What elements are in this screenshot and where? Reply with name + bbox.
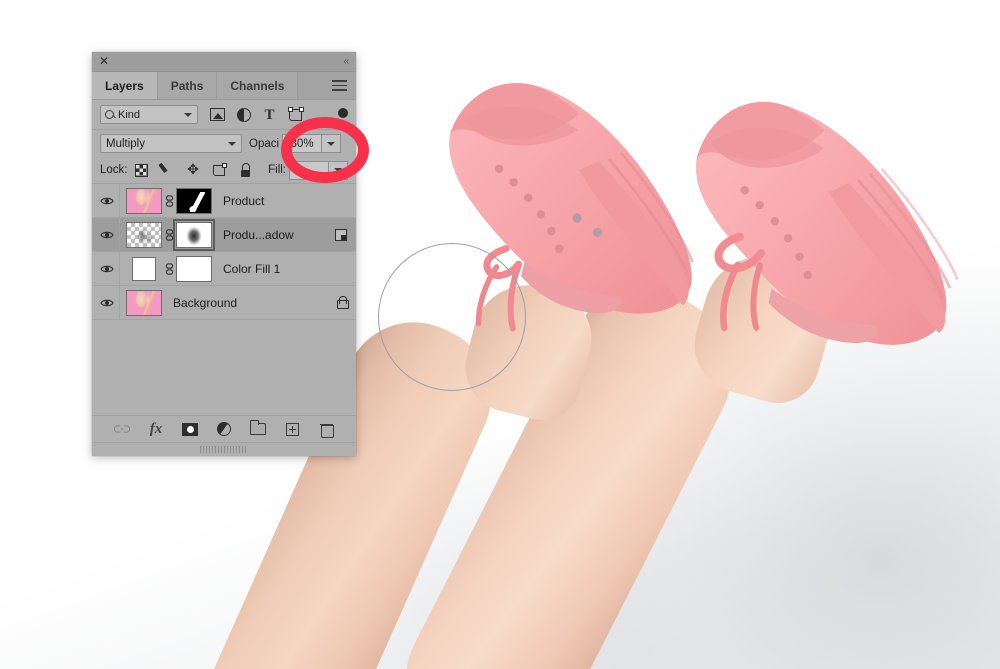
chevron-down-icon xyxy=(228,142,236,146)
tab-channels-label: Channels xyxy=(230,79,284,93)
opacity-field[interactable]: 80% xyxy=(282,134,322,153)
lock-badge xyxy=(337,296,347,309)
type-layer-filter-icon[interactable]: T xyxy=(262,107,277,122)
link-mask-icon[interactable] xyxy=(162,228,176,242)
layer-badges xyxy=(337,296,347,309)
fill-field[interactable] xyxy=(289,161,329,180)
filter-kind-select[interactable]: Kind xyxy=(100,105,198,124)
add-layer-mask-icon[interactable] xyxy=(182,421,198,437)
layer-name: Product xyxy=(223,194,264,208)
table-row[interactable]: Produ...adow xyxy=(92,218,356,252)
adjustment-layer-filter-icon[interactable] xyxy=(236,107,251,122)
chevron-down-icon xyxy=(327,142,335,146)
lock-transparent-pixels-icon[interactable] xyxy=(134,163,149,178)
layer-thumbnail[interactable] xyxy=(126,188,162,214)
collapse-panel-icon[interactable]: « xyxy=(343,56,348,68)
panel-resize-grip[interactable] xyxy=(92,442,356,456)
layers-panel[interactable]: ✕ « Layers Paths Channels Kind xyxy=(92,52,356,456)
search-icon xyxy=(105,110,115,120)
layer-mask-thumbnail[interactable] xyxy=(176,222,212,248)
sneaker-right xyxy=(670,70,1000,401)
chevron-down-icon xyxy=(334,168,342,172)
chevron-down-icon xyxy=(184,113,192,117)
panel-tabbar: Layers Paths Channels xyxy=(92,72,356,100)
layer-mask-thumbnail[interactable] xyxy=(176,256,212,282)
delete-layer-icon[interactable] xyxy=(318,421,334,437)
layer-thumbnail[interactable] xyxy=(132,257,156,281)
layer-name: Background xyxy=(173,296,237,310)
link-mask-icon[interactable] xyxy=(162,194,176,208)
tab-paths[interactable]: Paths xyxy=(158,72,218,99)
filter-enable-toggle-icon[interactable] xyxy=(338,108,348,118)
shape-layer-filter-icon[interactable] xyxy=(288,107,303,122)
close-icon[interactable]: ✕ xyxy=(99,55,109,68)
layer-filter-row: Kind T xyxy=(92,100,356,130)
layer-visibility-icon[interactable] xyxy=(95,286,120,319)
layer-styles-fx-icon[interactable]: fx xyxy=(148,421,164,437)
fill-label: Fill: xyxy=(268,164,286,176)
layer-thumbnails xyxy=(126,256,212,282)
table-row[interactable]: Color Fill 1 xyxy=(92,252,356,286)
opacity-value: 80% xyxy=(291,138,314,150)
layer-thumbnails xyxy=(126,222,212,248)
new-layer-icon[interactable] xyxy=(284,421,300,437)
layer-thumbnails xyxy=(126,290,162,316)
smart-object-badge xyxy=(335,229,347,241)
blend-mode-value: Multiply xyxy=(106,138,145,150)
link-mask-icon[interactable] xyxy=(162,262,176,276)
screenshot-root: ✕ « Layers Paths Channels Kind xyxy=(0,0,1000,669)
fill-stepper[interactable] xyxy=(329,161,348,180)
lock-label: Lock: xyxy=(100,164,128,176)
layer-name: Produ...adow xyxy=(223,228,294,242)
layer-thumbnails xyxy=(126,188,212,214)
blend-mode-row: Multiply Opaci 80% xyxy=(92,130,356,157)
layer-mask-thumbnail[interactable] xyxy=(176,188,212,214)
pixel-layer-filter-icon[interactable] xyxy=(210,107,225,122)
layer-thumbnail[interactable] xyxy=(126,290,162,316)
table-row[interactable]: Background xyxy=(92,286,356,320)
layer-visibility-icon[interactable] xyxy=(95,252,120,285)
lock-options: ✥ xyxy=(134,163,253,178)
layer-visibility-icon[interactable] xyxy=(95,218,120,251)
link-layers-icon[interactable] xyxy=(114,421,130,437)
new-adjustment-layer-icon[interactable] xyxy=(216,421,232,437)
blend-mode-select[interactable]: Multiply xyxy=(100,134,242,153)
opacity-stepper[interactable] xyxy=(322,134,341,153)
layer-visibility-icon[interactable] xyxy=(95,184,120,217)
lock-row: Lock: ✥ Fill: xyxy=(92,157,356,184)
elliptical-selection-marquee[interactable] xyxy=(378,243,526,391)
tab-channels[interactable]: Channels xyxy=(217,72,298,99)
tab-paths-label: Paths xyxy=(171,79,204,93)
lock-position-icon[interactable]: ✥ xyxy=(186,163,201,178)
lock-image-pixels-icon[interactable] xyxy=(160,163,175,178)
lock-artboard-nesting-icon[interactable] xyxy=(212,163,227,178)
tab-layers-label: Layers xyxy=(105,79,144,93)
layer-list: Product xyxy=(92,184,356,320)
lock-all-icon[interactable] xyxy=(238,163,253,178)
new-group-icon[interactable] xyxy=(250,421,266,437)
layer-name: Color Fill 1 xyxy=(223,262,280,276)
tab-layers[interactable]: Layers xyxy=(92,72,158,99)
panel-titlebar: ✕ « xyxy=(92,52,356,72)
layer-badges xyxy=(335,229,347,241)
filter-kind-label: Kind xyxy=(118,109,140,121)
opacity-label: Opaci xyxy=(249,138,279,150)
layer-thumbnail[interactable] xyxy=(126,222,162,248)
hamburger-menu-icon[interactable] xyxy=(332,80,347,91)
layers-bottom-toolbar: fx xyxy=(92,415,356,442)
table-row[interactable]: Product xyxy=(92,184,356,218)
filter-type-icons: T xyxy=(210,107,303,122)
